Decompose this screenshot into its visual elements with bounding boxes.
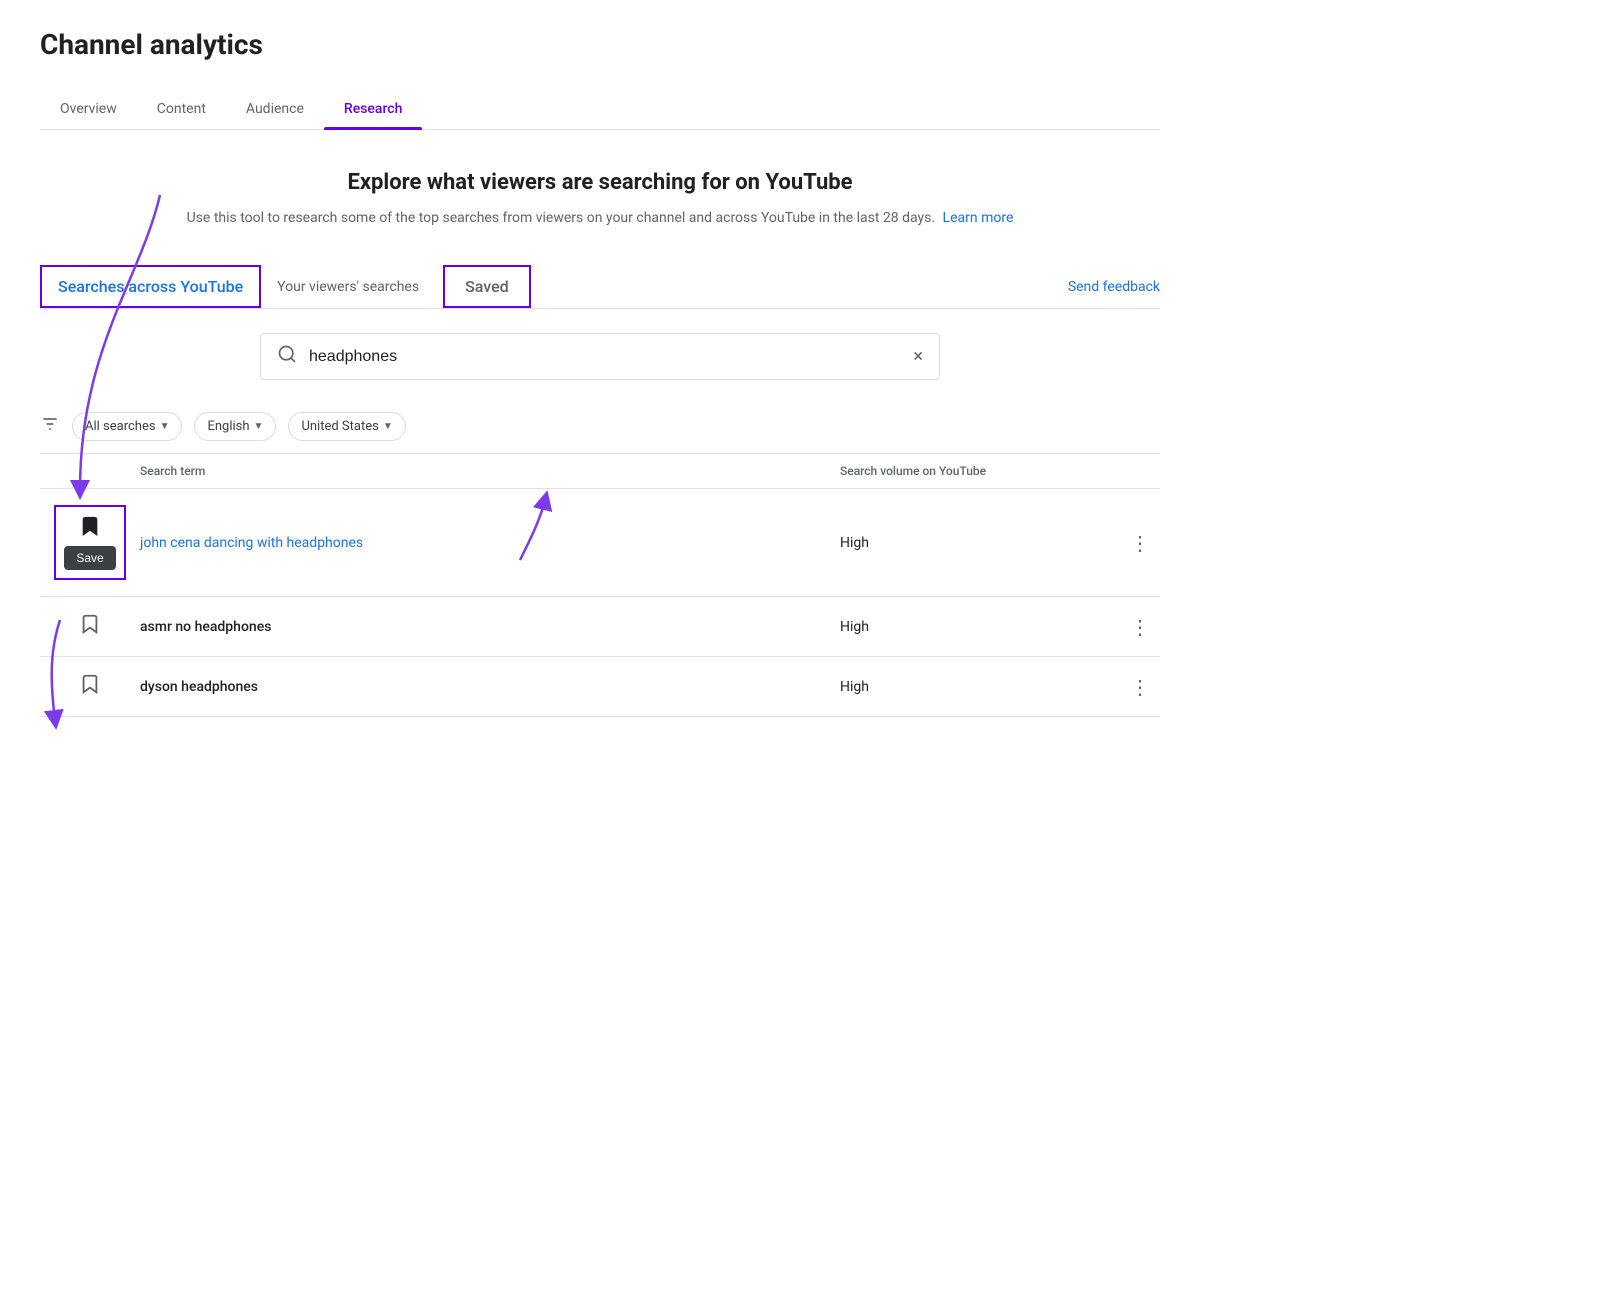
- filter-united-states[interactable]: United States ▼: [288, 412, 405, 441]
- subtab-saved[interactable]: Saved: [443, 265, 531, 308]
- search-bar: ×: [260, 333, 940, 380]
- bookmark-box-highlighted: Save: [54, 505, 125, 580]
- row-3-more-icon[interactable]: ⋮: [1120, 675, 1160, 699]
- row-3-bookmark-area: [40, 673, 140, 700]
- subtab-searches-across-youtube[interactable]: Searches across YouTube: [40, 265, 261, 308]
- row-3-volume: High: [840, 679, 1120, 695]
- filter-english-label: English: [207, 419, 249, 434]
- learn-more-link[interactable]: Learn more: [943, 210, 1014, 226]
- row-1-more-icon[interactable]: ⋮: [1120, 531, 1160, 555]
- filter-all-searches-label: All searches: [85, 419, 156, 434]
- hero-section: Explore what viewers are searching for o…: [40, 130, 1160, 249]
- chevron-down-icon-english: ▼: [254, 421, 264, 432]
- main-tabs: Overview Content Audience Research: [40, 89, 1160, 130]
- filter-english[interactable]: English ▼: [194, 412, 276, 441]
- row-1-volume: High: [840, 535, 1120, 551]
- send-feedback-link[interactable]: Send feedback: [1068, 279, 1160, 295]
- search-bar-container: ×: [40, 309, 1160, 400]
- table-header: Search term Search volume on YouTube: [40, 454, 1160, 489]
- row-3-term: dyson headphones: [140, 679, 840, 695]
- hero-title: Explore what viewers are searching for o…: [60, 170, 1140, 195]
- bookmark-outline-icon-3[interactable]: [79, 673, 101, 700]
- filter-icon[interactable]: [40, 414, 60, 439]
- subtabs-row: Searches across YouTube Your viewers' se…: [40, 249, 1160, 309]
- tab-overview[interactable]: Overview: [40, 89, 137, 129]
- page-title: Channel analytics: [40, 28, 1160, 61]
- table-row[interactable]: asmr no headphones High ⋮: [40, 597, 1160, 657]
- row-2-volume: High: [840, 619, 1120, 635]
- hero-desc-text: Use this tool to research some of the to…: [187, 210, 935, 226]
- search-icon: [277, 344, 297, 369]
- row-2-more-icon[interactable]: ⋮: [1120, 615, 1160, 639]
- row-2-term: asmr no headphones: [140, 619, 840, 635]
- tab-research[interactable]: Research: [324, 89, 422, 129]
- bookmark-filled-icon[interactable]: [79, 515, 101, 542]
- col-header-volume: Search volume on YouTube: [840, 464, 1120, 478]
- save-button[interactable]: Save: [64, 546, 115, 570]
- search-input[interactable]: [309, 348, 901, 366]
- row-1-term-link[interactable]: john cena dancing with headphones: [140, 535, 840, 551]
- hero-description: Use this tool to research some of the to…: [60, 207, 1140, 229]
- filter-united-states-label: United States: [301, 419, 378, 434]
- subtab-your-viewers-searches[interactable]: Your viewers' searches: [261, 269, 435, 305]
- search-clear-icon[interactable]: ×: [913, 346, 923, 367]
- col-header-term: Search term: [40, 464, 840, 478]
- filter-all-searches[interactable]: All searches ▼: [72, 412, 182, 441]
- row-2-bookmark-area: [40, 613, 140, 640]
- row-1-bookmark-area: Save: [40, 505, 140, 580]
- bookmark-outline-icon[interactable]: [79, 613, 101, 640]
- tab-audience[interactable]: Audience: [226, 89, 324, 129]
- table-row[interactable]: dyson headphones High ⋮: [40, 657, 1160, 717]
- filters-row: All searches ▼ English ▼ United States ▼: [40, 400, 1160, 454]
- chevron-down-icon-us: ▼: [383, 421, 393, 432]
- chevron-down-icon: ▼: [160, 421, 170, 432]
- tab-content[interactable]: Content: [137, 89, 226, 129]
- table-row[interactable]: Save john cena dancing with headphones H…: [40, 489, 1160, 597]
